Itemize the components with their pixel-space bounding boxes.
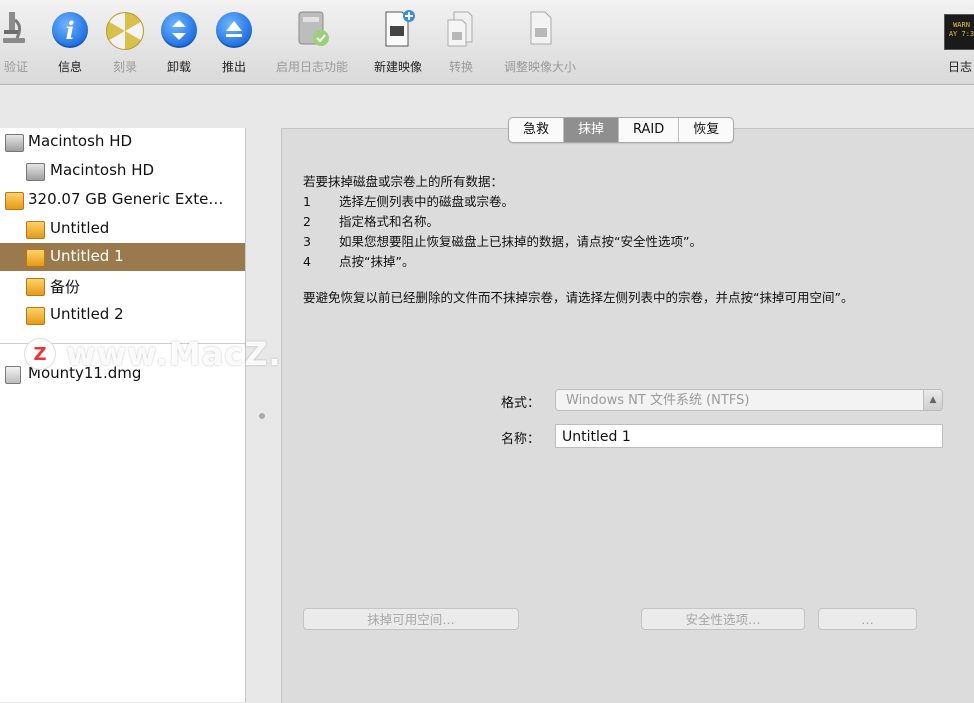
format-select-value: Windows NT 文件系统 (NTFS) — [566, 393, 750, 408]
security-options-button[interactable]: 安全性选项… — [641, 608, 805, 630]
sidebar-item-backup[interactable]: 备份 — [0, 272, 245, 300]
sidebar-item-untitled-2[interactable]: Untitled 2 — [0, 301, 245, 329]
sidebar-item-untitled-1[interactable]: Untitled 1 — [0, 243, 245, 271]
toolbar-new-image-label: 新建映像 — [373, 60, 422, 74]
splitter-handle[interactable] — [259, 413, 265, 419]
info-icon: i — [52, 12, 88, 48]
sidebar-item-label: Untitled — [50, 219, 110, 237]
toolbar-resize-image-label: 调整映像大小 — [503, 60, 576, 74]
toolbar-unmount-label: 卸载 — [166, 60, 191, 74]
external-drive-icon — [26, 221, 45, 239]
format-select[interactable]: Windows NT 文件系统 (NTFS) ▲ — [555, 389, 943, 411]
log-icon: WARN AY 7:3 — [944, 14, 974, 50]
toolbar-verify-label: 验证 — [3, 60, 28, 74]
toolbar-enable-journaling-button[interactable]: 启用日志功能 — [266, 6, 358, 78]
sidebar-item-untitled[interactable]: Untitled — [0, 215, 245, 243]
toolbar-convert-label: 转换 — [448, 60, 473, 74]
sidebar-item-macintosh-hd-volume[interactable]: Macintosh HD — [0, 157, 245, 185]
hard-drive-icon — [26, 163, 45, 181]
instruction-step: 1 选择左侧列表中的磁盘或宗卷。 — [303, 194, 515, 209]
toolbar-eject-button[interactable]: 推出 — [211, 6, 257, 78]
toolbar-unmount-button[interactable]: 卸载 — [156, 6, 202, 78]
toolbar-verify-button[interactable]: 验证 — [0, 6, 32, 78]
tab-erase[interactable]: 抹掉 — [564, 118, 620, 142]
instructions-heading: 若要抹掉磁盘或宗卷上的所有数据： — [303, 174, 504, 189]
sidebar-item-external-drive[interactable]: 320.07 GB Generic Exte… — [0, 186, 245, 214]
external-drive-icon — [26, 278, 45, 296]
toolbar-log-label: 日志 — [948, 60, 973, 74]
toolbar-burn-button[interactable]: 刻录 — [102, 6, 148, 78]
erase-button[interactable]: … — [818, 608, 917, 630]
toolbar-resize-image-button[interactable]: 调整映像大小 — [494, 6, 586, 78]
toolbar-enable-journaling-label: 启用日志功能 — [275, 60, 348, 74]
select-stepper-icon: ▲ — [923, 390, 942, 410]
sidebar-item-label: Macintosh HD — [28, 132, 133, 150]
erase-free-space-button[interactable]: 抹掉可用空间… — [303, 608, 519, 630]
sidebar-item-label: 备份 — [50, 278, 81, 296]
watermark-logo-icon: Z — [24, 338, 56, 370]
sidebar-item-macintosh-hd-drive[interactable]: Macintosh HD — [0, 128, 245, 156]
erase-free-space-note: 要避免恢复以前已经删除的文件而不抹掉宗卷，请选择左侧列表中的宗卷，并点按“抹掉可… — [303, 290, 854, 305]
tab-restore[interactable]: 恢复 — [679, 118, 733, 142]
unmount-icon — [161, 12, 197, 48]
enable-journaling-icon — [293, 8, 331, 48]
sidebar-item-label: Macintosh HD — [50, 161, 155, 179]
sidebar-item-label: Untitled 1 — [50, 247, 124, 265]
disk-image-icon — [5, 366, 21, 384]
sidebar-item-label: 320.07 GB Generic Exte… — [28, 190, 224, 208]
instruction-step: 3 如果您想要阻止恢复磁盘上已抹掉的数据，请点按“安全性选项”。 — [303, 234, 702, 249]
toolbar-log-button[interactable]: WARN AY 7:3 日志 — [940, 6, 974, 78]
instruction-step: 4 点按“抹掉”。 — [303, 254, 415, 269]
resize-image-icon — [523, 8, 557, 48]
sidebar-item-label: Untitled 2 — [50, 305, 124, 323]
format-label: 格式： — [500, 396, 540, 411]
convert-icon — [444, 8, 478, 48]
toolbar-convert-button[interactable]: 转换 — [440, 6, 482, 78]
hard-drive-icon — [5, 134, 24, 152]
tab-first-aid[interactable]: 急救 — [509, 118, 565, 142]
microscope-icon — [1, 8, 27, 48]
tab-bar: 急救 抹掉 RAID 恢复 — [508, 117, 735, 143]
toolbar-new-image-button[interactable]: 新建映像 — [366, 6, 430, 78]
instruction-step: 2 指定格式和名称。 — [303, 214, 440, 229]
burn-icon — [106, 12, 144, 50]
toolbar-burn-label: 刻录 — [112, 60, 137, 74]
erase-instructions: 若要抹掉磁盘或宗卷上的所有数据： 1 选择左侧列表中的磁盘或宗卷。 2 指定格式… — [303, 172, 923, 272]
tab-raid[interactable]: RAID — [619, 118, 680, 142]
external-drive-icon — [26, 249, 45, 267]
toolbar-eject-label: 推出 — [221, 60, 246, 74]
external-drive-icon — [26, 307, 45, 325]
eject-icon — [216, 12, 252, 48]
toolbar-info-button[interactable]: i 信息 — [46, 6, 94, 78]
toolbar: 验证 i 信息 刻录 卸载 推出 启用日志功能 新建映像 转换 调整映像大小 W… — [0, 0, 974, 85]
toolbar-info-label: 信息 — [57, 60, 82, 74]
new-image-icon — [380, 8, 416, 48]
name-label: 名称： — [500, 432, 540, 447]
sidebar-disk-list: Macintosh HD Macintosh HD 320.07 GB Gene… — [0, 128, 246, 702]
external-drive-icon — [5, 192, 24, 210]
name-input[interactable]: Untitled 1 — [555, 424, 943, 448]
